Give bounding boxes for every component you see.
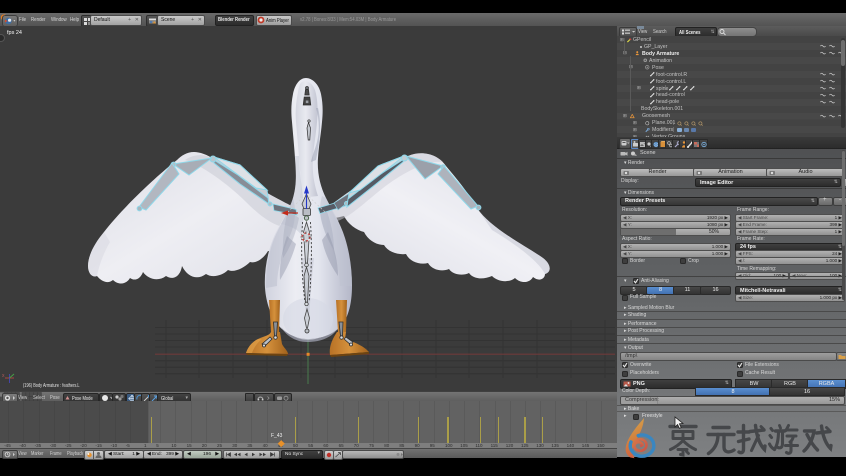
svg-text:x: x [2,373,5,379]
